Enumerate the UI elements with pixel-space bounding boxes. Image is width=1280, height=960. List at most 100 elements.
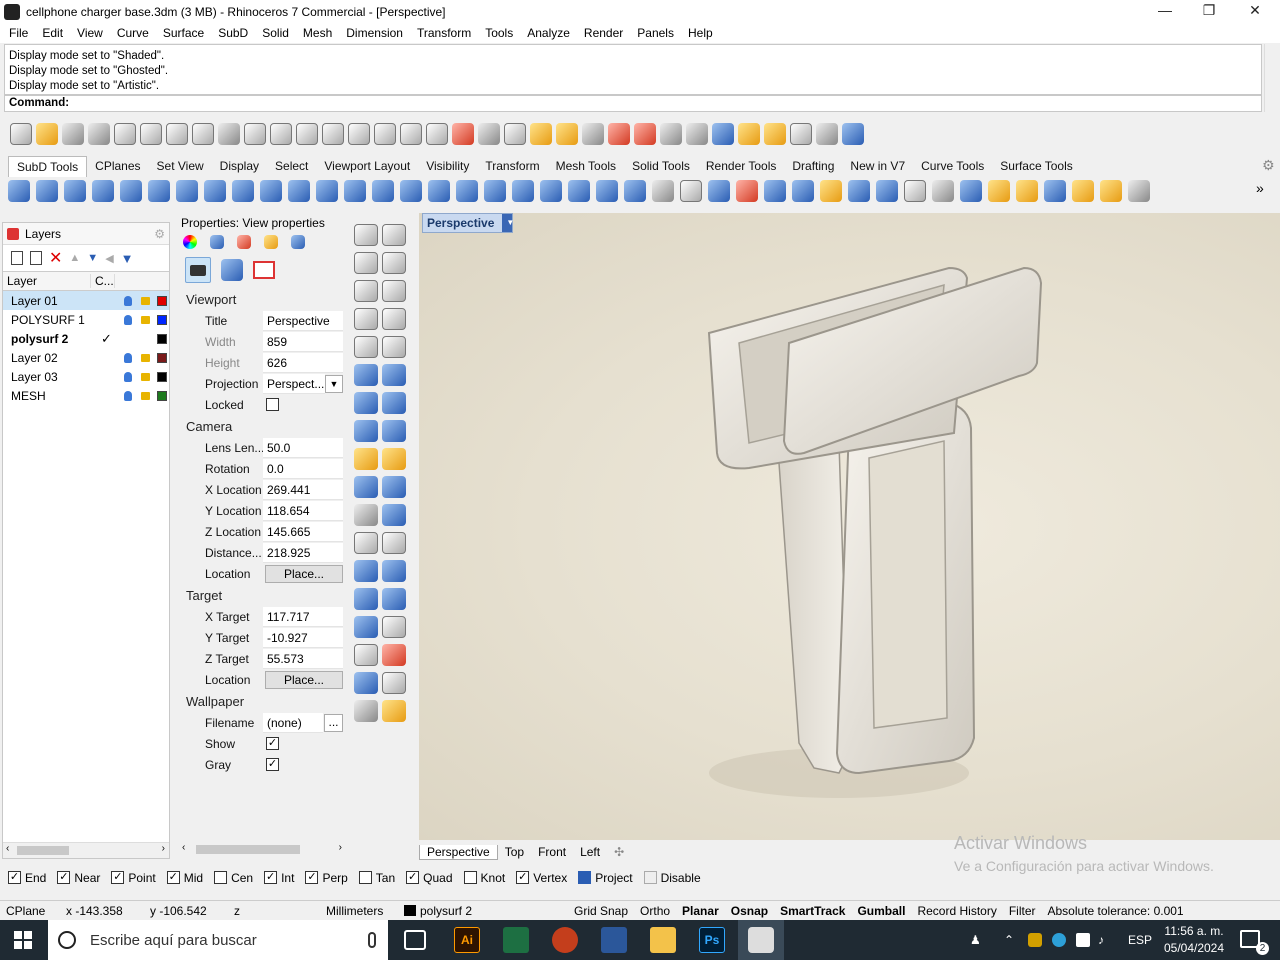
command-spinner[interactable] — [1264, 95, 1278, 112]
new-file-icon[interactable] — [10, 123, 32, 145]
filter-toggle[interactable]: Filter — [1003, 904, 1042, 918]
grid-array-icon[interactable] — [354, 644, 378, 666]
planar-toggle[interactable]: Planar — [676, 904, 725, 918]
viewport-tab-icon[interactable] — [253, 261, 275, 279]
browse-button[interactable]: ... — [324, 713, 343, 732]
visibility-bulb-icon[interactable] — [124, 371, 132, 382]
box-icon[interactable] — [354, 392, 378, 414]
osnap-perp[interactable]: ✓ Perp — [305, 871, 348, 885]
tab-viewport-layout[interactable]: Viewport Layout — [316, 156, 418, 176]
curve-cv-icon[interactable] — [382, 252, 406, 274]
tab-set-view[interactable]: Set View — [149, 156, 212, 176]
microphone-icon[interactable] — [368, 932, 376, 948]
points-on-icon[interactable] — [382, 504, 406, 526]
tray-app-icon[interactable] — [1028, 933, 1042, 947]
menu-mesh[interactable]: Mesh — [296, 23, 339, 43]
photoshop-icon[interactable]: Ps — [699, 927, 725, 953]
surface-loft-icon[interactable] — [382, 364, 406, 386]
subd-inset-icon[interactable] — [792, 180, 814, 202]
start-button[interactable] — [14, 931, 32, 949]
move-parent-icon[interactable]: ◀ — [105, 252, 113, 265]
osnap-checkbox[interactable] — [463, 871, 477, 884]
osnap-mid[interactable]: ✓ Mid — [166, 871, 203, 885]
dimension-icon[interactable] — [382, 588, 406, 610]
illustrator-icon[interactable]: Ai — [454, 927, 480, 953]
cut-icon[interactable] — [140, 123, 162, 145]
zoom-selected-icon[interactable] — [374, 123, 396, 145]
current-layer-indicator[interactable]: polysurf 2 — [398, 904, 568, 918]
command-prompt[interactable]: Command: — [4, 95, 1262, 112]
visibility-bulb-icon[interactable] — [124, 295, 132, 306]
subd-cube-yellow-icon[interactable] — [988, 180, 1010, 202]
lock-icon[interactable] — [141, 372, 150, 381]
layers-hscrollbar[interactable]: ‹ › — [3, 842, 169, 858]
color-wheel-icon[interactable] — [634, 123, 656, 145]
subd-toggle-icon[interactable] — [960, 180, 982, 202]
tab-transform[interactable]: Transform — [477, 156, 547, 176]
subd-branch-icon[interactable] — [316, 180, 338, 202]
grid-snap-toggle[interactable]: Grid Snap — [568, 904, 634, 918]
viewport-tab-perspective[interactable]: Perspective — [419, 844, 498, 860]
car-icon[interactable] — [452, 123, 474, 145]
menu-render[interactable]: Render — [577, 23, 630, 43]
layer-color-swatch[interactable] — [157, 390, 167, 401]
layer-icon[interactable] — [608, 123, 630, 145]
select-filter-icon[interactable] — [738, 123, 760, 145]
circle-icon[interactable] — [354, 280, 378, 302]
subd-ellipsoid-icon[interactable] — [148, 180, 170, 202]
ellipse-icon[interactable] — [382, 280, 406, 302]
history-scrollbar[interactable] — [1264, 44, 1278, 95]
clock[interactable]: 11:56 a. m. 05/04/2024 — [1162, 923, 1226, 957]
target-place-button[interactable]: Place... — [265, 670, 343, 689]
texture-tab-icon[interactable] — [237, 235, 251, 249]
tray-cloud-icon[interactable] — [1052, 933, 1066, 947]
osnap-quad[interactable]: ✓ Quad — [406, 871, 453, 885]
osnap-point[interactable]: ✓ Point — [111, 871, 156, 885]
language-indicator[interactable]: ESP — [1128, 920, 1152, 960]
menu-analyze[interactable]: Analyze — [520, 23, 577, 43]
layer-row[interactable]: Layer 01 — [3, 291, 169, 310]
osnap-checkbox[interactable]: ✓ — [57, 871, 71, 884]
explode-icon[interactable] — [382, 448, 406, 470]
select-arrow-icon[interactable] — [354, 224, 378, 246]
menu-tools[interactable]: Tools — [478, 23, 520, 43]
paint-bucket-icon[interactable] — [382, 700, 406, 722]
undo-icon[interactable] — [218, 123, 240, 145]
perspective-viewport[interactable] — [419, 213, 1280, 840]
osnap-checkbox[interactable] — [578, 871, 592, 884]
subd-sweep-icon[interactable] — [288, 180, 310, 202]
folder-tab-icon[interactable] — [264, 235, 278, 249]
gumball-icon[interactable] — [790, 123, 812, 145]
add-viewport-icon[interactable]: ✣ — [607, 845, 631, 859]
subd-grid-icon[interactable] — [568, 180, 590, 202]
z-location-field[interactable]: 145.665 — [263, 521, 343, 542]
lock-icon[interactable] — [582, 123, 604, 145]
viewport-tab-front[interactable]: Front — [531, 845, 573, 859]
polyline-icon[interactable] — [354, 252, 378, 274]
subd-plane-icon[interactable] — [36, 180, 58, 202]
layer-row[interactable]: POLYSURF 1 — [3, 310, 169, 329]
lock-icon[interactable] — [141, 296, 150, 305]
split-icon[interactable] — [382, 476, 406, 498]
subd-crease-icon[interactable] — [456, 180, 478, 202]
subd-tools-icon[interactable] — [932, 180, 954, 202]
osnap-checkbox[interactable]: ✓ — [406, 871, 420, 884]
group-icon[interactable] — [354, 504, 378, 526]
subd-cylinder-icon[interactable] — [92, 180, 114, 202]
menu-file[interactable]: File — [2, 23, 35, 43]
title-field[interactable]: Perspective — [263, 310, 343, 331]
lock-icon[interactable] — [141, 391, 150, 400]
subd-pipe-icon[interactable] — [232, 180, 254, 202]
subd-cube-icon[interactable] — [204, 180, 226, 202]
osnap-checkbox[interactable] — [358, 871, 372, 884]
properties-hscrollbar[interactable]: ‹ › — [178, 842, 346, 858]
subd-list-icon[interactable] — [904, 180, 926, 202]
subd-brush-icon[interactable] — [1100, 180, 1122, 202]
col-current[interactable]: C... — [91, 274, 115, 288]
layer-color-swatch[interactable] — [157, 371, 167, 382]
menu-panels[interactable]: Panels — [630, 23, 681, 43]
move-up-icon[interactable]: ▲ — [69, 252, 80, 264]
subd-stitch-icon[interactable] — [428, 180, 450, 202]
named-views-icon[interactable] — [478, 123, 500, 145]
minimize-button[interactable]: — — [1142, 0, 1188, 23]
